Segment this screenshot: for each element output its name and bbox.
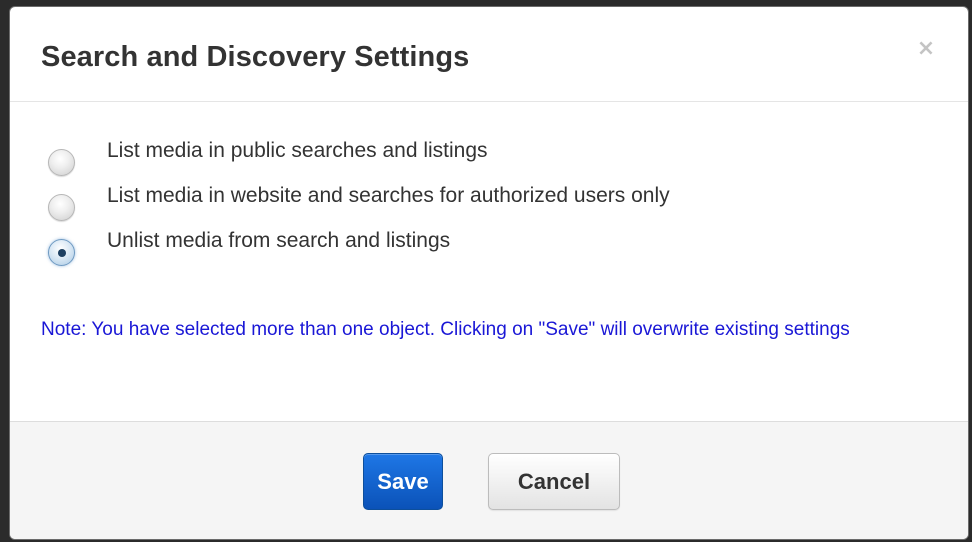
dialog-body: List media in public searches and listin… <box>10 102 968 421</box>
search-discovery-dialog: Search and Discovery Settings × List med… <box>9 6 969 540</box>
option-authorized-only-label: List media in website and searches for a… <box>107 184 670 207</box>
option-authorized-only[interactable]: List media in website and searches for a… <box>48 184 670 221</box>
option-unlist[interactable]: Unlist media from search and listings <box>48 229 451 266</box>
dialog-footer: Save Cancel <box>10 421 968 539</box>
overwrite-note: Note: You have selected more than one ob… <box>41 319 850 340</box>
option-public-listing[interactable]: List media in public searches and listin… <box>48 139 488 176</box>
radio-authorized-only[interactable] <box>48 194 75 221</box>
radio-public-listing[interactable] <box>48 149 75 176</box>
cancel-button[interactable]: Cancel <box>488 453 620 510</box>
radio-selected-dot <box>57 248 66 257</box>
dialog-title: Search and Discovery Settings <box>41 41 470 73</box>
option-public-listing-label: List media in public searches and listin… <box>107 139 488 162</box>
radio-unlist[interactable] <box>48 239 75 266</box>
close-icon[interactable]: × <box>914 35 938 63</box>
save-button[interactable]: Save <box>363 453 443 510</box>
option-unlist-label: Unlist media from search and listings <box>107 229 451 252</box>
dialog-header: Search and Discovery Settings × <box>10 7 968 102</box>
